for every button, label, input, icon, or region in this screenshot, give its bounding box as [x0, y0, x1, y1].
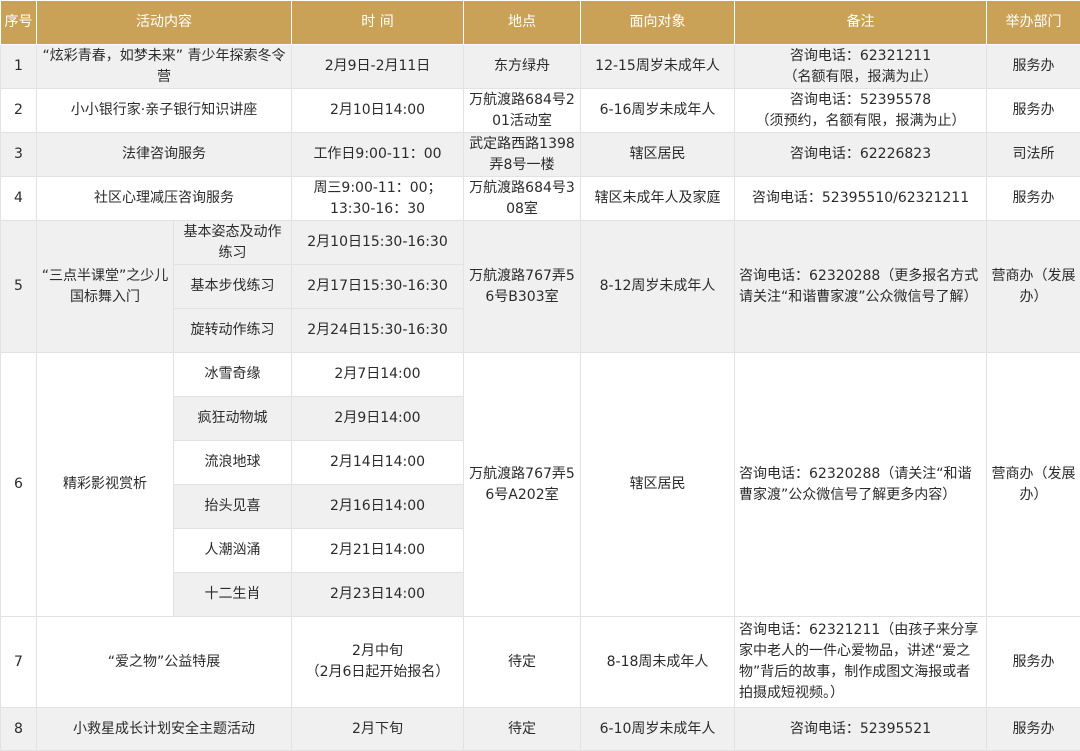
activity-schedule-table: 序号 活动内容 时 间 地点 面向对象 备注 举办部门 1 “炫彩青春，如梦未来… [0, 0, 1080, 751]
header-audience: 面向对象 [581, 1, 735, 45]
row-dept: 营商办（发展办） [987, 221, 1080, 353]
row-place: 万航渡路767弄56号B303室 [464, 221, 581, 353]
row-content: 精彩影视赏析 [37, 353, 174, 617]
row-content: “三点半课堂”之少儿国标舞入门 [37, 221, 174, 353]
time-line: 13:30-16：30 [295, 199, 460, 220]
row-audience: 8-18周未成年人 [581, 617, 735, 708]
row-index: 2 [1, 89, 37, 133]
row-place: 万航渡路767弄56号A202室 [464, 353, 581, 617]
row-dept: 司法所 [987, 133, 1080, 177]
row-audience: 辖区居民 [581, 353, 735, 617]
row-place: 东方绿舟 [464, 45, 581, 89]
sub-item: 疯狂动物城 [174, 397, 292, 441]
row-note: 咨询电话：62321211（由孩子来分享家中老人的一件心爱物品，讲述“爱之物”背… [735, 617, 987, 708]
row-dept: 服务办 [987, 45, 1080, 89]
table-row: 6 精彩影视赏析 冰雪奇缘 2月7日14:00 万航渡路767弄56号A202室… [1, 353, 1080, 397]
table-row: 5 “三点半课堂”之少儿国标舞入门 基本姿态及动作练习 2月10日15:30-1… [1, 221, 1080, 265]
sub-item: 抬头见喜 [174, 485, 292, 529]
sub-item: 基本步伐练习 [174, 265, 292, 309]
table-row: 4 社区心理减压咨询服务 周三9:00-11：00； 13:30-16：30 万… [1, 177, 1080, 221]
row-content: “爱之物”公益特展 [37, 617, 292, 708]
row-time: 2月9日-2月11日 [292, 45, 464, 89]
row-place: 待定 [464, 708, 581, 751]
row-note: 咨询电话：62321211 （名额有限，报满为止） [735, 45, 987, 89]
note-line: （名额有限，报满为止） [738, 67, 983, 88]
table-row: 2 小小银行家·亲子银行知识讲座 2月10日14:00 万航渡路684号201活… [1, 89, 1080, 133]
row-content: 法律咨询服务 [37, 133, 292, 177]
row-index: 5 [1, 221, 37, 353]
note-line: （须预约，名额有限，报满为止） [738, 111, 983, 132]
row-note: 咨询电话：62320288（请关注“和谐曹家渡”公众微信号了解更多内容） [735, 353, 987, 617]
row-content: “炫彩青春，如梦未来” 青少年探索冬令营 [37, 45, 292, 89]
row-time: 2月中旬 （2月6日起开始报名） [292, 617, 464, 708]
row-dept: 服务办 [987, 708, 1080, 751]
row-content: 社区心理减压咨询服务 [37, 177, 292, 221]
sub-item: 冰雪奇缘 [174, 353, 292, 397]
note-line: 咨询电话：52395578 [738, 90, 983, 111]
table-row: 1 “炫彩青春，如梦未来” 青少年探索冬令营 2月9日-2月11日 东方绿舟 1… [1, 45, 1080, 89]
sub-time: 2月24日15:30-16:30 [292, 309, 464, 353]
row-audience: 6-10周岁未成年人 [581, 708, 735, 751]
time-line: 周三9:00-11：00； [295, 178, 460, 199]
row-note: 咨询电话：62226823 [735, 133, 987, 177]
time-line: 2月中旬 [295, 641, 460, 662]
row-dept: 服务办 [987, 89, 1080, 133]
sub-time: 2月23日14:00 [292, 573, 464, 617]
sub-item: 旋转动作练习 [174, 309, 292, 353]
row-audience: 辖区未成年人及家庭 [581, 177, 735, 221]
row-index: 4 [1, 177, 37, 221]
row-place: 武定路西路1398弄8号一楼 [464, 133, 581, 177]
header-time: 时 间 [292, 1, 464, 45]
row-audience: 12-15周岁未成年人 [581, 45, 735, 89]
row-time: 2月下旬 [292, 708, 464, 751]
row-time: 2月10日14:00 [292, 89, 464, 133]
table-row: 8 小救星成长计划安全主题活动 2月下旬 待定 6-10周岁未成年人 咨询电话：… [1, 708, 1080, 751]
time-line: （2月6日起开始报名） [295, 662, 460, 683]
row-index: 3 [1, 133, 37, 177]
table-row: 3 法律咨询服务 工作日9:00-11：00 武定路西路1398弄8号一楼 辖区… [1, 133, 1080, 177]
row-note: 咨询电话：52395510/62321211 [735, 177, 987, 221]
table-header-row: 序号 活动内容 时 间 地点 面向对象 备注 举办部门 [1, 1, 1080, 45]
row-index: 6 [1, 353, 37, 617]
sub-time: 2月9日14:00 [292, 397, 464, 441]
row-time: 周三9:00-11：00； 13:30-16：30 [292, 177, 464, 221]
sub-time: 2月16日14:00 [292, 485, 464, 529]
sub-item: 基本姿态及动作练习 [174, 221, 292, 265]
header-place: 地点 [464, 1, 581, 45]
row-note: 咨询电话：52395578 （须预约，名额有限，报满为止） [735, 89, 987, 133]
note-line: 咨询电话：62321211 [738, 46, 983, 67]
sub-time: 2月14日14:00 [292, 441, 464, 485]
row-audience: 6-16周岁未成年人 [581, 89, 735, 133]
row-place: 待定 [464, 617, 581, 708]
row-note: 咨询电话：62320288（更多报名方式请关注“和谐曹家渡”公众微信号了解） [735, 221, 987, 353]
row-dept: 营商办（发展办） [987, 353, 1080, 617]
row-content: 小小银行家·亲子银行知识讲座 [37, 89, 292, 133]
header-index: 序号 [1, 1, 37, 45]
row-dept: 服务办 [987, 177, 1080, 221]
sub-time: 2月7日14:00 [292, 353, 464, 397]
sub-item: 人潮汹涌 [174, 529, 292, 573]
sub-time: 2月10日15:30-16:30 [292, 221, 464, 265]
row-note: 咨询电话：52395521 [735, 708, 987, 751]
row-index: 8 [1, 708, 37, 751]
header-dept: 举办部门 [987, 1, 1080, 45]
table-row: 7 “爱之物”公益特展 2月中旬 （2月6日起开始报名） 待定 8-18周未成年… [1, 617, 1080, 708]
row-audience: 辖区居民 [581, 133, 735, 177]
row-index: 7 [1, 617, 37, 708]
row-dept: 服务办 [987, 617, 1080, 708]
sub-item: 十二生肖 [174, 573, 292, 617]
row-time: 工作日9:00-11：00 [292, 133, 464, 177]
row-place: 万航渡路684号201活动室 [464, 89, 581, 133]
row-index: 1 [1, 45, 37, 89]
header-note: 备注 [735, 1, 987, 45]
row-audience: 8-12周岁未成年人 [581, 221, 735, 353]
header-content: 活动内容 [37, 1, 292, 45]
sub-time: 2月21日14:00 [292, 529, 464, 573]
sub-item: 流浪地球 [174, 441, 292, 485]
row-content: 小救星成长计划安全主题活动 [37, 708, 292, 751]
sub-time: 2月17日15:30-16:30 [292, 265, 464, 309]
row-place: 万航渡路684号308室 [464, 177, 581, 221]
